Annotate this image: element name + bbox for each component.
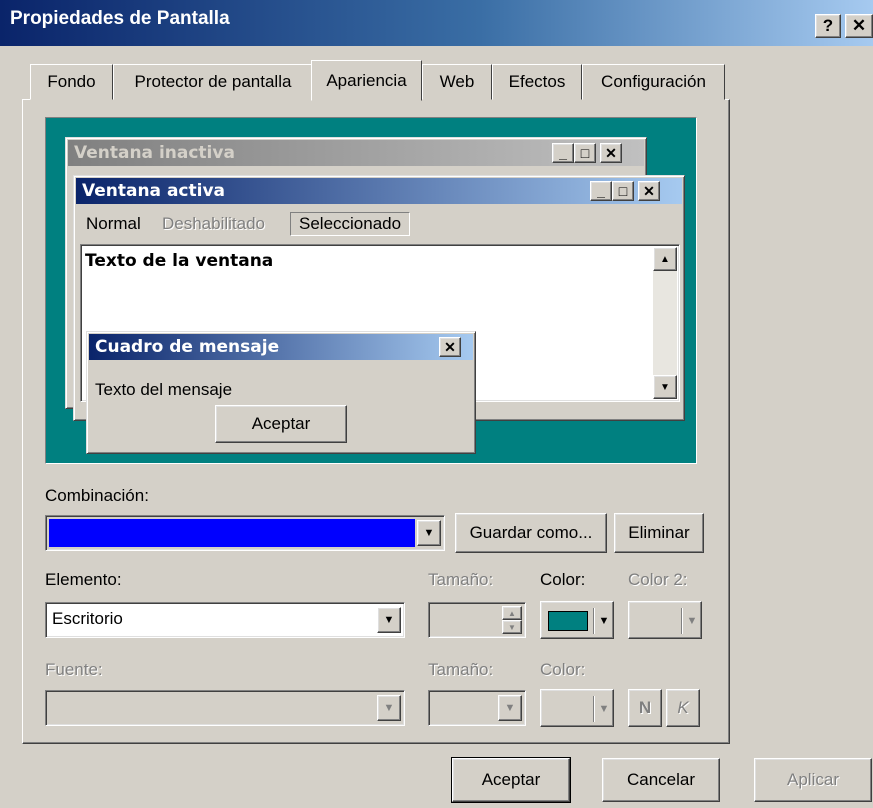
- color-swatch: [548, 611, 588, 631]
- bold-button[interactable]: N: [628, 689, 662, 727]
- tab-configuracion[interactable]: Configuración: [582, 64, 725, 100]
- element-size-label: Tamaño:: [428, 570, 494, 589]
- ok-button[interactable]: Aceptar: [451, 757, 571, 803]
- spin-up-icon[interactable]: ▲: [502, 606, 522, 620]
- active-minimize-button: _: [590, 181, 612, 201]
- delete-button[interactable]: Eliminar: [614, 513, 704, 553]
- chevron-down-icon[interactable]: ▼: [417, 520, 441, 546]
- help-button[interactable]: ?: [815, 14, 841, 38]
- cancel-button[interactable]: Cancelar: [602, 758, 720, 802]
- active-maximize-button: □: [612, 181, 634, 201]
- tab-protector-de-pantalla[interactable]: Protector de pantalla: [113, 64, 313, 100]
- menu-item-selected: Seleccionado: [290, 212, 411, 236]
- tab-apariencia[interactable]: Apariencia: [311, 60, 422, 101]
- save-as-button[interactable]: Guardar como...: [455, 513, 607, 553]
- element-color2-button[interactable]: ▼: [628, 601, 702, 639]
- font-size-select[interactable]: ▼: [428, 690, 526, 726]
- active-close-button: ✕: [638, 181, 660, 201]
- chevron-down-icon: ▼: [598, 615, 610, 627]
- font-color-label: Color:: [540, 660, 586, 679]
- close-button[interactable]: ✕: [845, 14, 873, 38]
- menu-item-disabled: Deshabilitado: [162, 214, 266, 233]
- scroll-up-icon: ▲: [653, 247, 677, 271]
- element-color-label: Color:: [540, 570, 586, 589]
- message-text: Texto del mensaje: [95, 380, 233, 399]
- message-box-caption: Cuadro de mensaje: [89, 334, 473, 360]
- inactive-minimize-button: _: [552, 143, 574, 163]
- element-selected-value: Escritorio: [52, 609, 123, 628]
- chevron-down-icon[interactable]: ▼: [377, 695, 401, 721]
- scheme-label: Combinación:: [45, 486, 149, 505]
- inactive-window-title: Ventana inactiva: [74, 143, 235, 163]
- minimize-icon: _: [559, 145, 567, 161]
- message-box-close-button: ✕: [439, 337, 461, 357]
- font-size-label: Tamaño:: [428, 660, 494, 679]
- message-box-preview[interactable]: Cuadro de mensaje ✕ Texto del mensaje Ac…: [86, 331, 476, 454]
- scrollbar: ▲ ▼: [653, 247, 677, 399]
- window-text: Texto de la ventana: [85, 251, 274, 271]
- italic-button[interactable]: K: [666, 689, 700, 727]
- inactive-maximize-button: □: [574, 143, 596, 163]
- element-size-stepper[interactable]: ▲ ▼: [428, 602, 526, 638]
- scheme-selected-value: [49, 519, 415, 547]
- inactive-close-button: ✕: [600, 143, 622, 163]
- spin-down-icon[interactable]: ▼: [502, 620, 522, 634]
- element-label: Elemento:: [45, 570, 122, 589]
- minimize-icon: _: [597, 183, 605, 199]
- element-select[interactable]: Escritorio ▼: [45, 602, 405, 638]
- message-box-title: Cuadro de mensaje: [95, 337, 280, 357]
- appearance-preview[interactable]: Ventana inactiva _ □ ✕ Ventana activa _ …: [45, 117, 697, 464]
- close-icon: ✕: [444, 339, 456, 355]
- active-window-title: Ventana activa: [82, 181, 226, 201]
- chevron-down-icon: ▼: [686, 615, 698, 627]
- font-color-button[interactable]: ▼: [540, 689, 614, 727]
- maximize-icon: □: [580, 145, 590, 161]
- tab-fondo[interactable]: Fondo: [30, 64, 113, 100]
- tab-web[interactable]: Web: [422, 64, 492, 100]
- chevron-down-icon[interactable]: ▼: [377, 607, 401, 633]
- color-divider: [593, 696, 594, 722]
- element-color-button[interactable]: ▼: [540, 601, 614, 639]
- font-label: Fuente:: [45, 660, 103, 679]
- chevron-down-icon[interactable]: ▼: [498, 695, 522, 721]
- font-select[interactable]: ▼: [45, 690, 405, 726]
- close-icon: ✕: [643, 183, 655, 199]
- title-bar: Propiedades de Pantalla: [0, 0, 873, 46]
- message-ok-button: Aceptar: [215, 405, 347, 443]
- color-divider: [681, 608, 682, 634]
- scheme-select[interactable]: ▼: [45, 515, 445, 551]
- tab-efectos[interactable]: Efectos: [492, 64, 582, 100]
- window-title: Propiedades de Pantalla: [10, 8, 230, 29]
- close-icon: ✕: [605, 145, 617, 161]
- element-color2-label: Color 2:: [628, 570, 688, 589]
- close-icon: ✕: [851, 16, 867, 35]
- color-divider: [593, 608, 594, 634]
- chevron-down-icon: ▼: [598, 703, 610, 715]
- menu-item-normal: Normal: [86, 214, 141, 233]
- apply-button[interactable]: Aplicar: [754, 758, 872, 802]
- scroll-down-icon: ▼: [653, 375, 677, 399]
- maximize-icon: □: [618, 183, 628, 199]
